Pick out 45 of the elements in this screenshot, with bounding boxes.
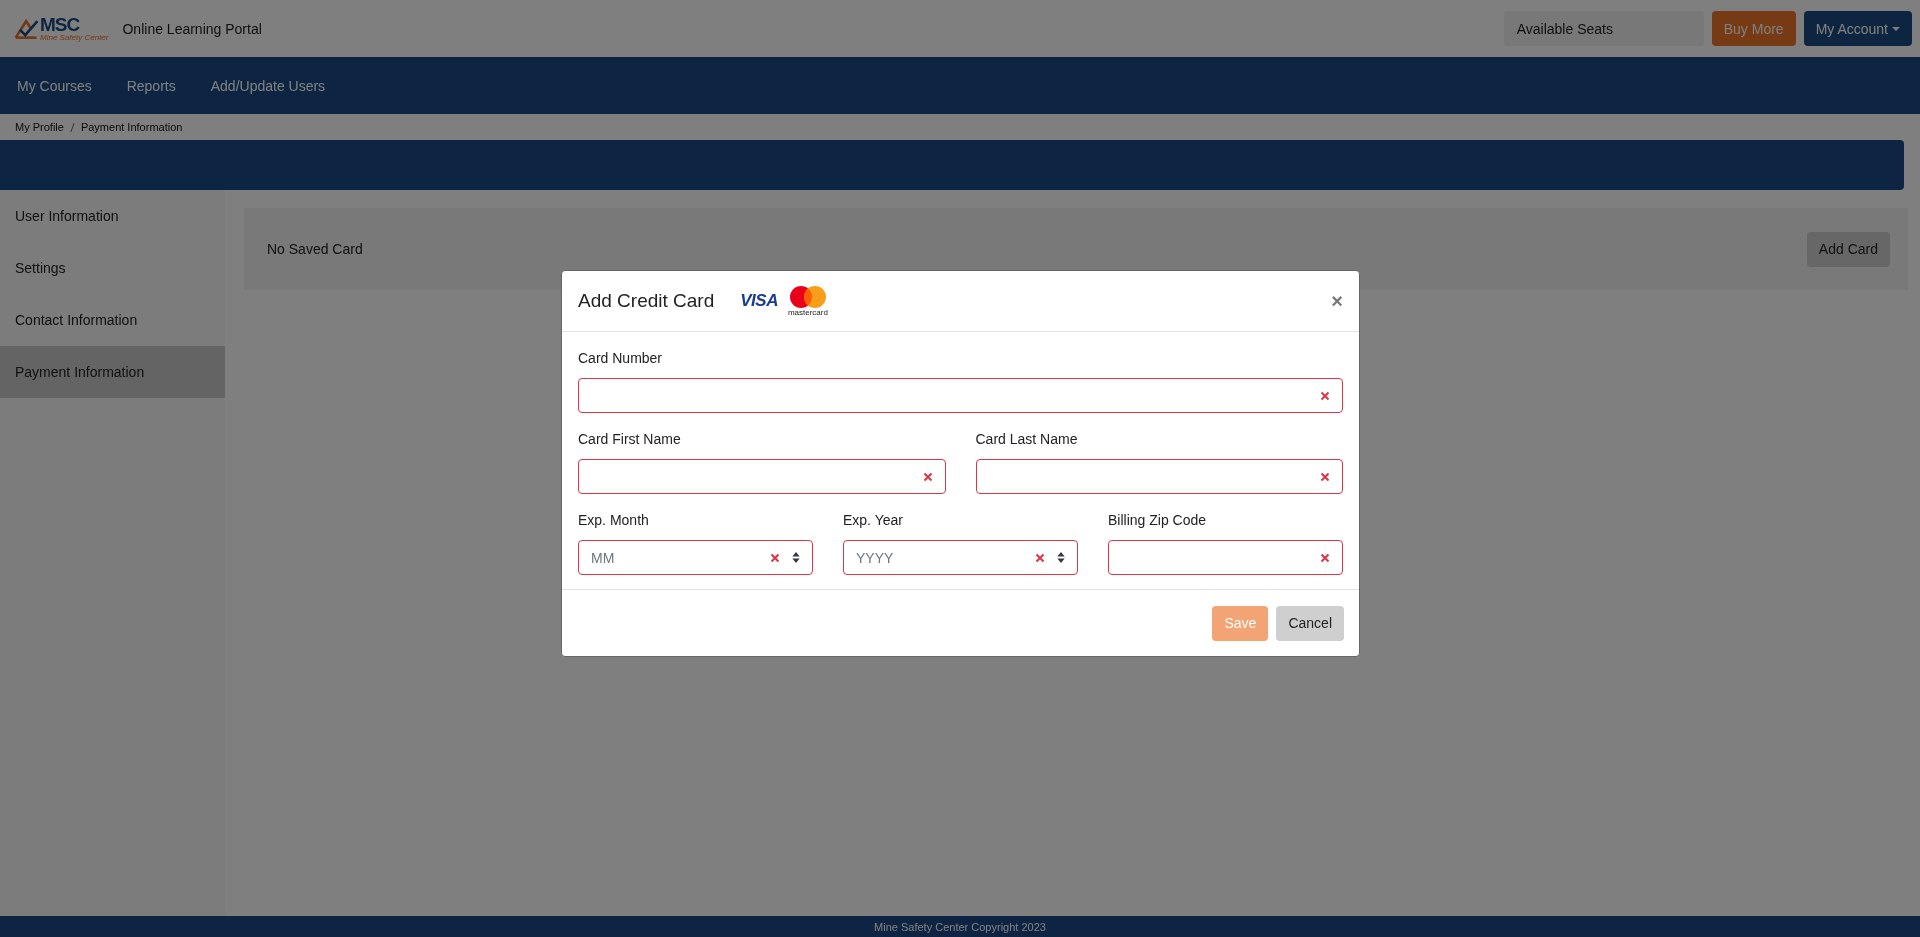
checkmark-triangle-icon: [14, 17, 40, 40]
breadcrumb-link[interactable]: Payment Information: [80, 121, 183, 133]
field-label: Card Last Name: [975, 431, 1079, 447]
error-icon: [770, 552, 780, 563]
available-seats-label: Available Seats: [1503, 11, 1704, 46]
breadcrumb-link[interactable]: My Profile: [15, 121, 64, 133]
portal-title: Online Learning Portal: [122, 20, 262, 37]
up-down-arrows-icon: [1057, 552, 1065, 563]
select-field[interactable]: MM: [578, 540, 813, 575]
field-label: Card First Name: [578, 431, 682, 447]
error-icon: [1320, 471, 1330, 482]
nav-link[interactable]: Add/Update Users: [210, 77, 326, 94]
sidebar-item[interactable]: Settings: [0, 242, 225, 294]
sidebar-item[interactable]: Payment Information: [0, 346, 225, 398]
input-field[interactable]: [578, 459, 946, 494]
cancel-button[interactable]: Cancel: [1276, 605, 1344, 641]
field-label: Card Number: [578, 350, 664, 366]
nav-link[interactable]: Reports: [126, 77, 176, 94]
no-saved-card-text: No Saved Card: [267, 241, 363, 257]
close-button[interactable]: ×: [1331, 289, 1343, 313]
sidebar-item[interactable]: Contact Information: [0, 294, 225, 346]
mastercard-text: mastercard: [787, 309, 828, 317]
overlapping-circles-icon: [788, 285, 827, 309]
up-down-arrows-icon: [792, 552, 800, 563]
field-label: Exp. Month: [578, 512, 650, 528]
select-field[interactable]: YYYY: [843, 540, 1078, 575]
error-icon: [1320, 390, 1330, 401]
sidebar-item[interactable]: User Information: [0, 190, 225, 242]
input-field[interactable]: [1108, 540, 1343, 575]
logo-tagline: Mine Safety Center: [40, 34, 109, 42]
copyright-text: Mine Safety Center Copyright 2023: [874, 920, 1046, 933]
input-field[interactable]: [578, 378, 1343, 413]
error-icon: [1320, 552, 1330, 563]
add-card-button[interactable]: Add Card: [1806, 231, 1890, 267]
error-icon: [1035, 552, 1045, 563]
field-label: Exp. Year: [843, 512, 904, 528]
nav-link[interactable]: My Courses: [17, 77, 92, 94]
field-label: Billing Zip Code: [1108, 512, 1208, 528]
account-dropdown-button[interactable]: My Account: [1803, 11, 1912, 46]
error-icon: [922, 471, 933, 482]
logo-text: MSC: [40, 15, 81, 34]
input-field[interactable]: [975, 459, 1343, 494]
visa-logo: VISA: [740, 291, 778, 311]
modal-title: Add Credit Card: [578, 290, 715, 312]
caret-icon: [1892, 26, 1900, 31]
